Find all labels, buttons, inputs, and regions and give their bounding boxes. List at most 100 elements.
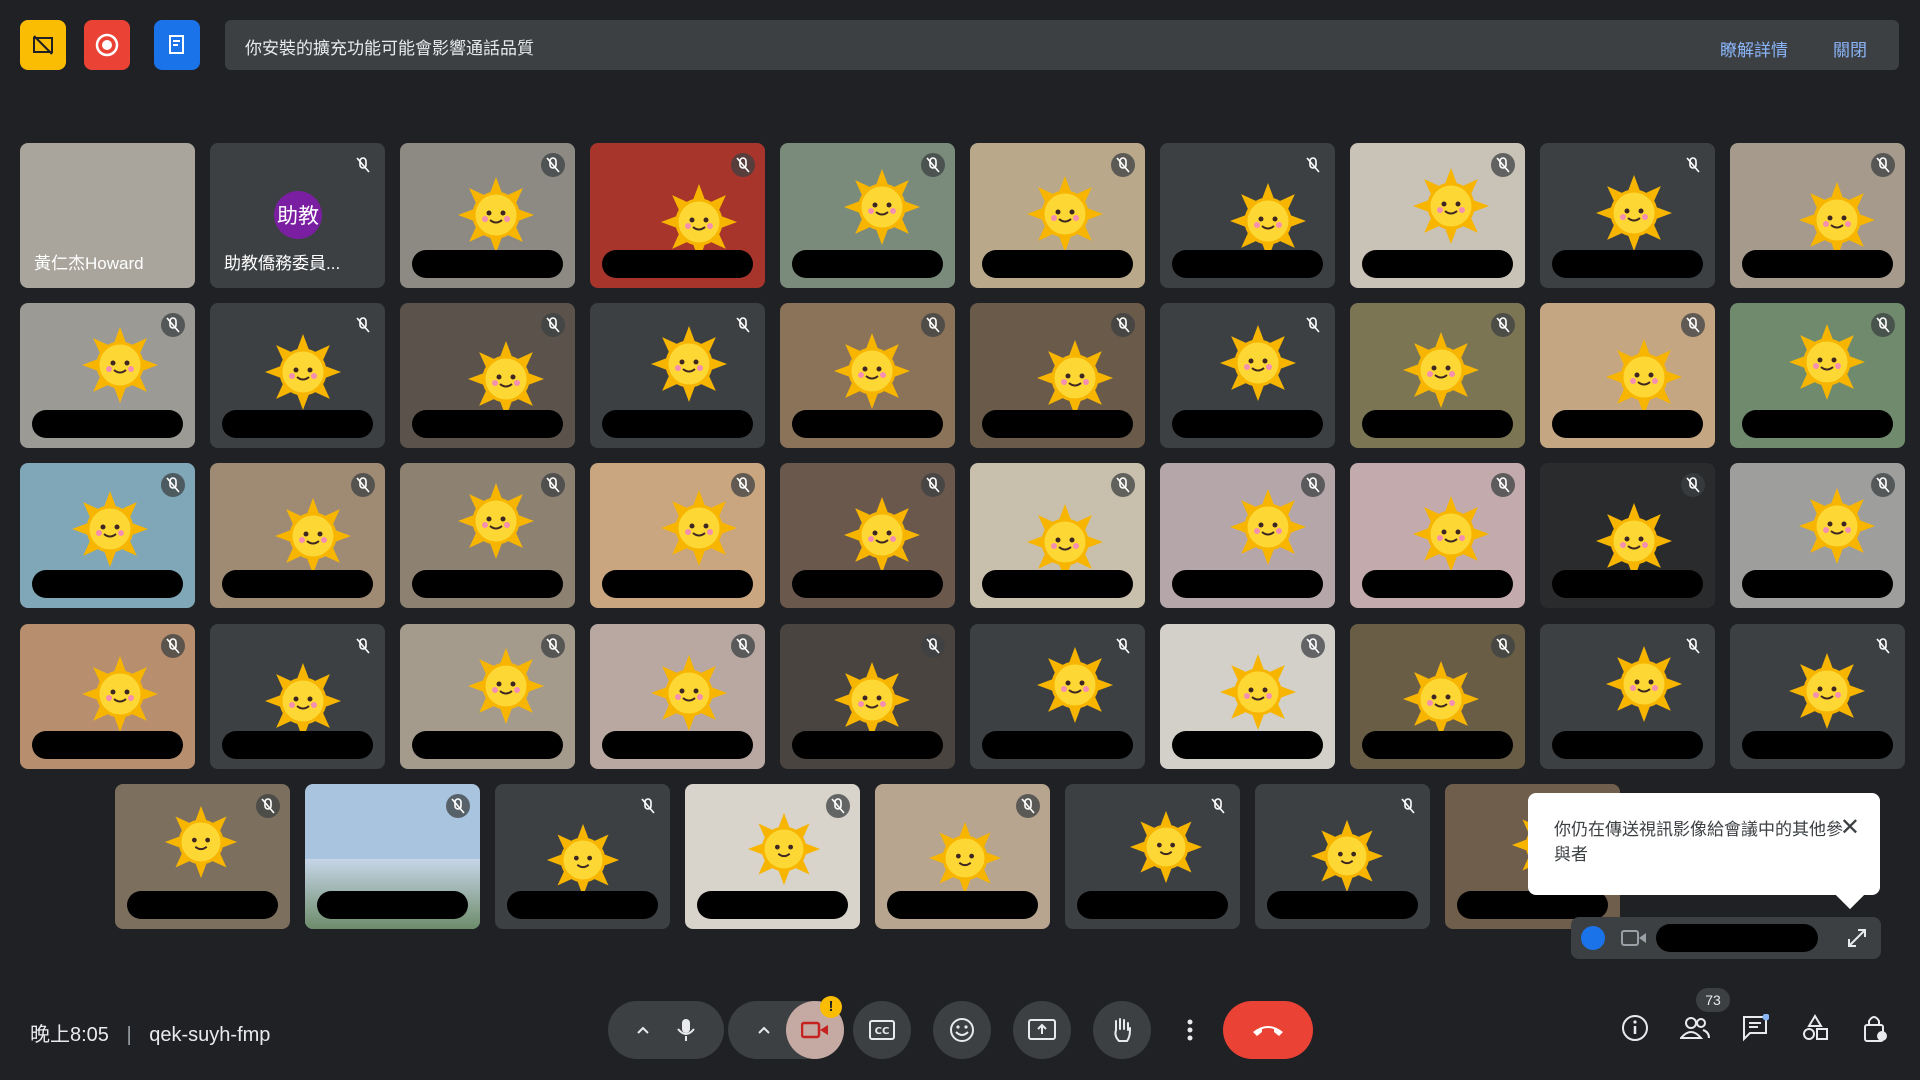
participant-tile[interactable]	[1160, 143, 1335, 288]
participant-tile[interactable]	[970, 463, 1145, 608]
participant-tile[interactable]	[780, 143, 955, 288]
participant-tile[interactable]	[20, 303, 195, 448]
participant-tile[interactable]	[1730, 143, 1905, 288]
camera-icon[interactable]	[1621, 928, 1647, 948]
participant-tile[interactable]	[400, 143, 575, 288]
name-redacted	[792, 250, 943, 278]
participant-tile[interactable]	[400, 624, 575, 769]
mic-off-icon	[1301, 634, 1325, 658]
participant-tile[interactable]	[590, 624, 765, 769]
participant-tile[interactable]	[685, 784, 860, 929]
captions-button[interactable]: CC	[853, 1001, 911, 1059]
participant-tile[interactable]	[1160, 303, 1335, 448]
participant-tile[interactable]	[970, 624, 1145, 769]
participant-tile[interactable]	[780, 624, 955, 769]
participant-tile[interactable]	[970, 303, 1145, 448]
self-view-off-icon[interactable]	[20, 20, 66, 70]
separator: |	[126, 1024, 132, 1046]
name-redacted	[1552, 410, 1703, 438]
raise-hand-button[interactable]	[1093, 1001, 1151, 1059]
participant-tile[interactable]	[210, 624, 385, 769]
mic-off-icon	[351, 473, 375, 497]
mic-off-icon	[731, 634, 755, 658]
participant-tile[interactable]	[780, 463, 955, 608]
participant-tile[interactable]	[1730, 303, 1905, 448]
name-redacted	[792, 731, 943, 759]
participant-tile[interactable]	[495, 784, 670, 929]
participant-tile[interactable]	[1350, 303, 1525, 448]
name-redacted	[1552, 570, 1703, 598]
participant-tile[interactable]	[1540, 303, 1715, 448]
sun-sticker-icon	[163, 804, 239, 885]
sun-sticker-icon	[456, 175, 536, 260]
activities-icon[interactable]	[1797, 1010, 1833, 1046]
sun-sticker-icon	[1035, 645, 1115, 730]
present-button[interactable]	[1013, 1001, 1071, 1059]
participant-tile[interactable]	[1350, 463, 1525, 608]
learn-more-link[interactable]: 瞭解詳情	[1720, 36, 1788, 61]
notes-icon[interactable]	[154, 20, 200, 70]
mic-off-icon	[1681, 153, 1705, 177]
chevron-up-icon[interactable]	[756, 1022, 772, 1038]
banner-message: 你安裝的擴充功能可能會影響通話品質	[245, 39, 534, 58]
expand-icon[interactable]	[1847, 928, 1867, 948]
info-icon[interactable]	[1617, 1010, 1653, 1046]
participant-tile[interactable]	[590, 463, 765, 608]
participant-tile[interactable]	[305, 784, 480, 929]
record-icon[interactable]	[84, 20, 130, 70]
participant-tile[interactable]	[20, 463, 195, 608]
mic-off-icon	[1206, 794, 1230, 818]
name-redacted	[1172, 731, 1323, 759]
participant-tile[interactable]	[1730, 463, 1905, 608]
participant-tile[interactable]	[1540, 143, 1715, 288]
mic-off-icon	[161, 313, 185, 337]
more-options-button[interactable]	[1168, 1001, 1212, 1059]
participant-tile[interactable]	[1540, 624, 1715, 769]
sun-sticker-icon	[842, 167, 922, 252]
chevron-up-icon[interactable]	[635, 1022, 651, 1038]
participant-tile[interactable]	[1350, 143, 1525, 288]
name-redacted	[1552, 731, 1703, 759]
mic-off-icon	[731, 153, 755, 177]
mic-off-icon	[1491, 473, 1515, 497]
participant-tile[interactable]: 黃仁杰Howard	[20, 143, 195, 288]
close-icon[interactable]: ✕	[1840, 813, 1860, 842]
sun-sticker-icon	[649, 653, 729, 738]
name-redacted	[1362, 250, 1513, 278]
participant-tile[interactable]	[1160, 463, 1335, 608]
participant-tile[interactable]	[115, 784, 290, 929]
banner-close-link[interactable]: 關閉	[1833, 36, 1867, 61]
participant-tile[interactable]	[1255, 784, 1430, 929]
participant-tile[interactable]	[875, 784, 1050, 929]
participant-tile[interactable]	[1160, 624, 1335, 769]
mic-off-icon	[921, 153, 945, 177]
participant-tile[interactable]	[20, 624, 195, 769]
participant-tile[interactable]	[780, 303, 955, 448]
chat-icon[interactable]	[1737, 1010, 1773, 1046]
mic-off-icon	[1111, 153, 1135, 177]
mic-off-icon	[541, 153, 565, 177]
participant-name: 黃仁杰Howard	[34, 254, 144, 273]
participant-tile[interactable]	[1730, 624, 1905, 769]
participant-tile[interactable]: 助教 助教僑務委員...	[210, 143, 385, 288]
people-icon[interactable]	[1677, 1010, 1713, 1046]
mic-off-icon	[1111, 473, 1135, 497]
host-controls-icon[interactable]	[1857, 1010, 1893, 1046]
participant-tile[interactable]	[210, 463, 385, 608]
name-redacted	[317, 891, 468, 919]
participant-tile[interactable]	[970, 143, 1145, 288]
microphone-icon[interactable]	[675, 1017, 697, 1043]
participant-tile[interactable]	[590, 303, 765, 448]
participant-tile[interactable]	[400, 303, 575, 448]
participant-tile[interactable]	[1065, 784, 1240, 929]
end-call-button[interactable]	[1223, 1001, 1313, 1059]
name-redacted	[1742, 731, 1893, 759]
sun-sticker-icon	[832, 331, 912, 416]
participant-tile[interactable]	[210, 303, 385, 448]
participant-tile[interactable]	[590, 143, 765, 288]
emoji-button[interactable]	[933, 1001, 991, 1059]
participant-tile[interactable]	[400, 463, 575, 608]
participant-tile[interactable]	[1350, 624, 1525, 769]
participant-tile[interactable]	[1540, 463, 1715, 608]
name-redacted	[222, 570, 373, 598]
